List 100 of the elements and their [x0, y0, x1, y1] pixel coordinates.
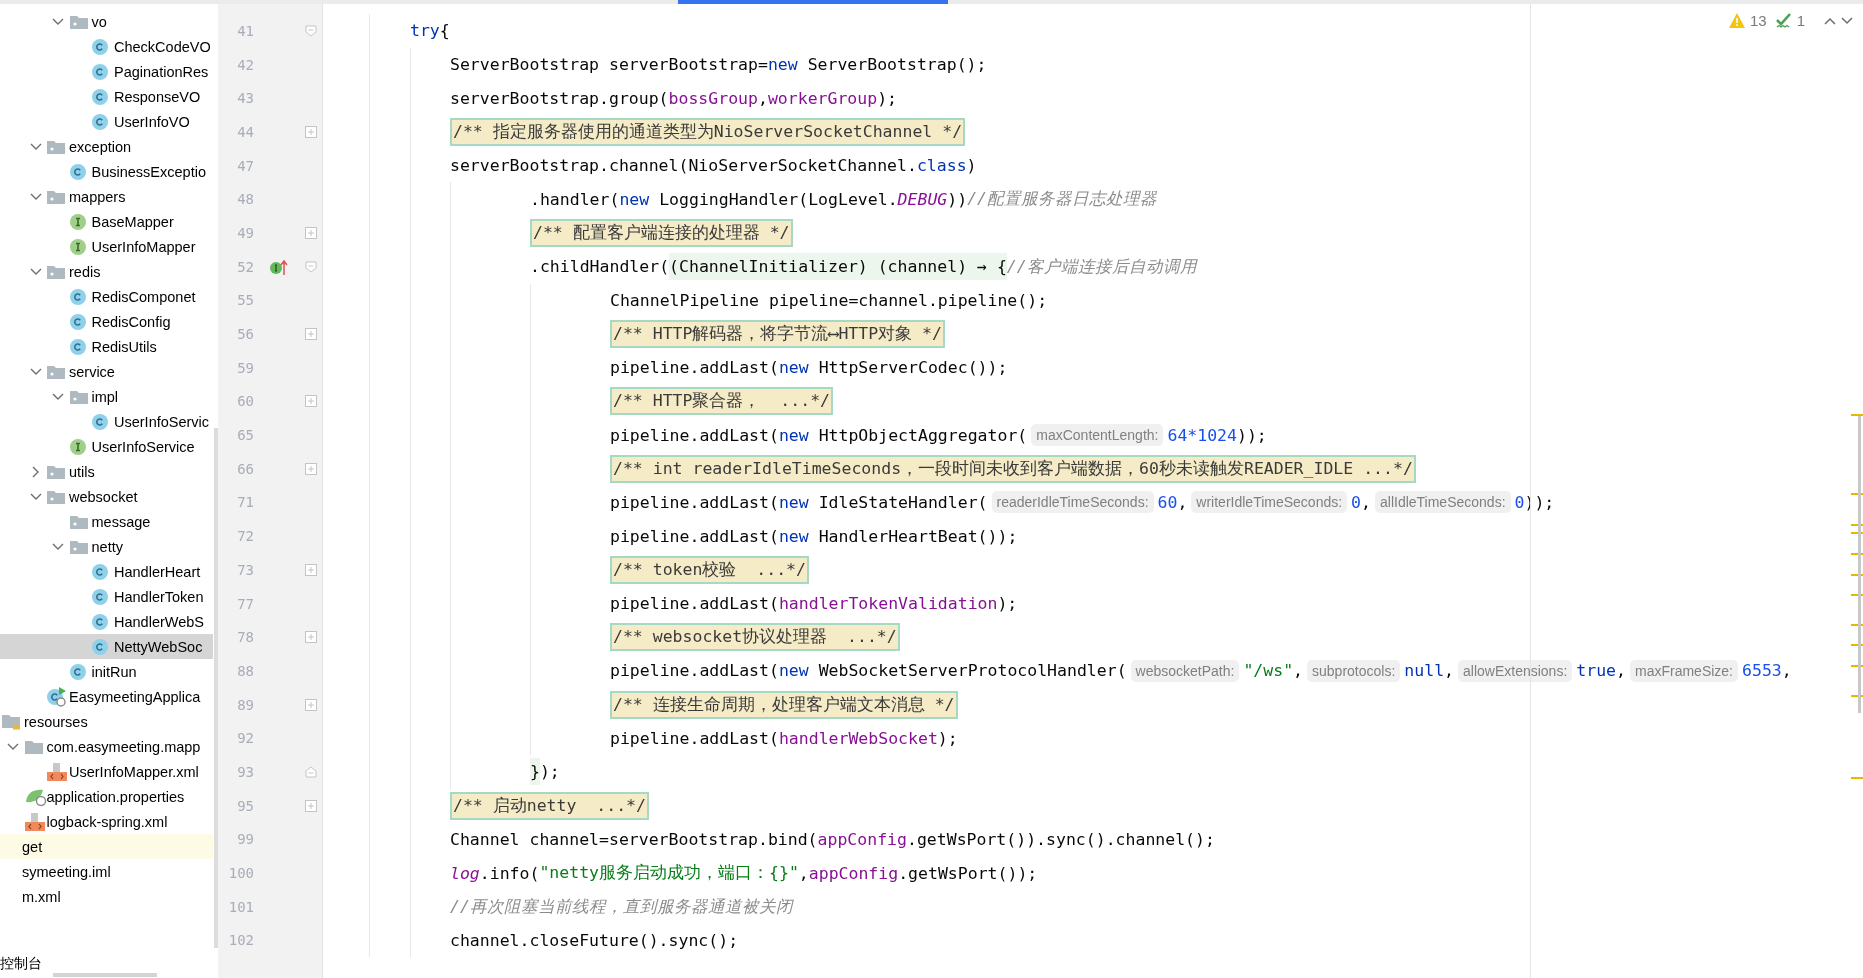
- line-number: 55: [236, 292, 254, 309]
- tree-item[interactable]: HandlerWebS: [0, 609, 213, 634]
- folded-comment[interactable]: /** 启动netty ...*/: [450, 791, 649, 820]
- tree-item[interactable]: HandlerHeart: [0, 559, 213, 584]
- tree-item[interactable]: RedisUtils: [0, 334, 213, 359]
- chevron-down-icon[interactable]: [1841, 16, 1853, 25]
- folded-comment[interactable]: /** websocket协议处理器 ...*/: [610, 623, 900, 652]
- class-icon: [92, 113, 108, 130]
- tree-item[interactable]: RedisComponet: [0, 284, 213, 309]
- tree-item[interactable]: get: [0, 834, 213, 859]
- line-number: 102: [227, 932, 254, 949]
- chevron-down-icon[interactable]: [52, 17, 64, 26]
- number-literal: 64*1024: [1167, 425, 1237, 445]
- tree-item[interactable]: exception: [0, 134, 213, 159]
- string-literal: "/ws": [1243, 661, 1294, 681]
- tree-item[interactable]: websocket: [0, 484, 213, 509]
- number-literal: 60: [1157, 492, 1178, 512]
- tree-item[interactable]: UserInfoServic: [0, 409, 213, 434]
- tree-item[interactable]: redis: [0, 259, 213, 284]
- collapse-fold-icon[interactable]: [305, 24, 317, 37]
- tree-item[interactable]: BaseMapper: [0, 209, 213, 234]
- chevron-down-icon[interactable]: [29, 492, 42, 501]
- folder-icon: [24, 739, 43, 754]
- expand-fold-icon[interactable]: [305, 328, 317, 341]
- folded-comment[interactable]: /** HTTP解码器，将字节流⟷HTTP对象 */: [610, 320, 945, 349]
- tree-item[interactable]: EasymeetingApplica: [0, 684, 213, 709]
- tree-item[interactable]: impl: [0, 384, 213, 409]
- parameter-hint: readerIdleTimeSeconds:: [991, 491, 1154, 514]
- expand-fold-icon[interactable]: [305, 631, 317, 644]
- tree-item[interactable]: UserInfoVO: [0, 109, 213, 134]
- warning-icon[interactable]: [1728, 13, 1745, 28]
- class-icon: [69, 313, 86, 330]
- tree-item[interactable]: netty: [0, 534, 213, 559]
- chevron-down-icon[interactable]: [29, 267, 42, 276]
- interface-icon: [69, 238, 86, 255]
- chevron-down-icon[interactable]: [52, 542, 64, 551]
- expand-fold-icon[interactable]: [305, 698, 317, 711]
- chevron-down-icon[interactable]: [29, 142, 42, 151]
- code-text: .getWsPort()).sync().channel();: [906, 829, 1215, 849]
- tree-item[interactable]: mappers: [0, 184, 213, 209]
- tree-item[interactable]: logback-spring.xml: [0, 809, 213, 834]
- chevron-down-icon[interactable]: [52, 392, 64, 401]
- tree-item[interactable]: UserInfoMapper.xml: [0, 759, 213, 784]
- tree-item[interactable]: UserInfoService: [0, 434, 213, 459]
- chevron-down-icon[interactable]: [7, 742, 19, 751]
- tree-item[interactable]: BusinessExceptio: [0, 159, 213, 184]
- tree-item[interactable]: RedisConfig: [0, 309, 213, 334]
- tree-item[interactable]: vo: [0, 9, 213, 34]
- tree-item[interactable]: CheckCodeVO: [0, 34, 213, 59]
- parameter-hint: allowExtensions:: [1458, 659, 1573, 682]
- tree-item[interactable]: m.xml: [0, 884, 213, 909]
- field-name: bossGroup: [668, 88, 758, 108]
- scrollbar-thumb[interactable]: [53, 973, 157, 977]
- code-text: HttpObjectAggregator(: [817, 425, 1028, 445]
- expand-fold-icon[interactable]: [305, 226, 317, 239]
- folded-comment[interactable]: /** 配置客户端连接的处理器 */: [530, 218, 793, 247]
- folded-comment[interactable]: /** token校验 ...*/: [610, 555, 809, 584]
- xml-file-icon: [47, 762, 67, 781]
- code-text: pipeline.addLast(: [610, 358, 779, 378]
- folded-comment[interactable]: /** HTTP聚合器， ...*/: [610, 387, 833, 416]
- tree-item[interactable]: utils: [0, 459, 213, 484]
- folded-comment[interactable]: /** 连接生命周期，处理客户端文本消息 */: [610, 690, 958, 719]
- tree-item[interactable]: HandlerToken: [0, 584, 213, 609]
- tree-item[interactable]: initRun: [0, 659, 213, 684]
- folded-comment[interactable]: /** int readerIdleTimeSeconds，一段时间未收到客户端数据，60秒未读触发READER_IDLE ...*/: [610, 454, 1416, 483]
- tree-item[interactable]: application.properties: [0, 784, 213, 809]
- tool-window-tab[interactable]: 控制台: [0, 955, 42, 973]
- expand-fold-icon[interactable]: [305, 395, 317, 408]
- check-icon[interactable]: [1775, 12, 1792, 29]
- tree-item[interactable]: message: [0, 509, 213, 534]
- tree-item[interactable]: PaginationRes: [0, 59, 213, 84]
- tree-item[interactable]: service: [0, 359, 213, 384]
- code-text: pipeline.addLast(: [610, 728, 779, 748]
- expand-fold-icon[interactable]: [305, 125, 317, 138]
- chevron-up-icon[interactable]: [1824, 16, 1836, 25]
- scrollbar-thumb[interactable]: [1858, 416, 1861, 713]
- tree-item[interactable]: com.easymeeting.mapp: [0, 734, 213, 759]
- line-number: 92: [236, 730, 254, 747]
- code-text: ,: [757, 88, 768, 108]
- chevron-down-icon[interactable]: [29, 192, 42, 201]
- tree-item[interactable]: NettyWebSoc: [0, 634, 213, 659]
- tree-item[interactable]: UserInfoMapper: [0, 234, 213, 259]
- expand-fold-icon[interactable]: [305, 462, 317, 475]
- tree-item[interactable]: symeeting.iml: [0, 859, 213, 884]
- field-name: handlerWebSocket: [778, 728, 938, 748]
- folder-icon: [69, 389, 88, 404]
- folded-comment[interactable]: /** 指定服务器使用的通道类型为NioServerSocketChannel */: [450, 117, 966, 146]
- fold-end-icon[interactable]: [305, 765, 317, 778]
- chevron-right-icon[interactable]: [31, 465, 40, 478]
- class-icon: [69, 663, 86, 680]
- expand-fold-icon[interactable]: [305, 563, 317, 576]
- chevron-down-icon[interactable]: [29, 367, 42, 376]
- tree-item[interactable]: resourses: [0, 709, 213, 734]
- class-icon: [92, 638, 108, 655]
- expand-fold-icon[interactable]: [305, 799, 317, 812]
- parameter-hint: maxContentLength:: [1031, 424, 1164, 447]
- collapse-fold-icon[interactable]: [305, 260, 317, 273]
- tree-item[interactable]: ResponseVO: [0, 84, 213, 109]
- implements-marker-icon[interactable]: [270, 258, 288, 275]
- folder-icon: [47, 464, 65, 479]
